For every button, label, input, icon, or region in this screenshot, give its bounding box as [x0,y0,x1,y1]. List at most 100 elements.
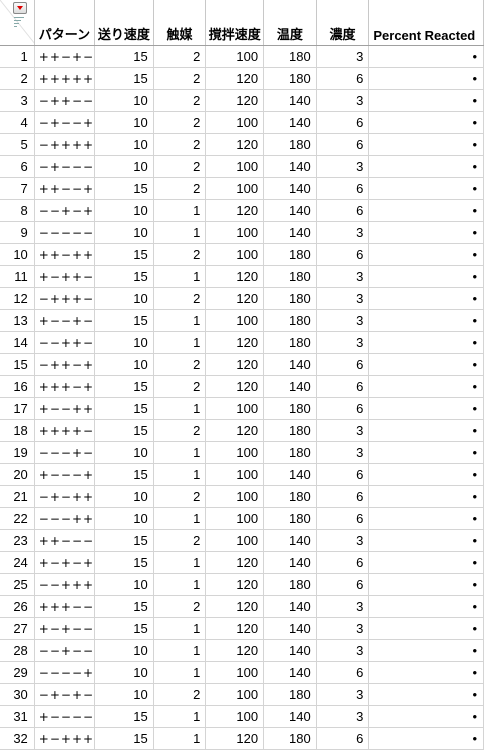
table-row[interactable]: 18 ++++− 15 2 120 180 3 • [0,419,484,442]
cell-pattern[interactable]: −−−−− [34,221,96,244]
table-row[interactable]: 7 ++−−+ 15 2 100 140 6 • [0,177,484,200]
cell-concentration[interactable]: 6 [316,727,370,750]
cell-pattern[interactable]: ++−−+ [34,177,96,200]
cell-temperature[interactable]: 140 [263,177,317,200]
cell-stir-rate[interactable]: 120 [205,595,265,618]
cell-concentration[interactable]: 6 [316,199,370,222]
cell-percent-reacted[interactable]: • [368,287,484,310]
cell-catalyst[interactable]: 2 [153,111,207,134]
cell-feed-rate[interactable]: 15 [94,67,154,90]
cell-concentration[interactable]: 3 [316,441,370,464]
cell-percent-reacted[interactable]: • [368,507,484,530]
row-number[interactable]: 14 [0,331,35,354]
table-row[interactable]: 17 +−−++ 15 1 100 180 6 • [0,397,484,420]
cell-temperature[interactable]: 140 [263,463,317,486]
cell-stir-rate[interactable]: 120 [205,89,265,112]
cell-feed-rate[interactable]: 15 [94,595,154,618]
cell-catalyst[interactable]: 2 [153,485,207,508]
row-number[interactable]: 28 [0,639,35,662]
cell-catalyst[interactable]: 1 [153,507,207,530]
cell-percent-reacted[interactable]: • [368,353,484,376]
cell-concentration[interactable]: 6 [316,463,370,486]
row-number[interactable]: 30 [0,683,35,706]
row-number[interactable]: 6 [0,155,35,178]
cell-concentration[interactable]: 3 [316,529,370,552]
row-number[interactable]: 13 [0,309,35,332]
cell-concentration[interactable]: 6 [316,485,370,508]
row-number[interactable]: 23 [0,529,35,552]
cell-pattern[interactable]: −+++− [34,287,96,310]
cell-temperature[interactable]: 140 [263,111,317,134]
table-row[interactable]: 1 ++−+− 15 2 100 180 3 • [0,45,484,68]
table-row[interactable]: 32 +−+++ 15 1 120 180 6 • [0,727,484,750]
cell-percent-reacted[interactable]: • [368,155,484,178]
cell-feed-rate[interactable]: 10 [94,199,154,222]
cell-temperature[interactable]: 180 [263,133,317,156]
column-header-catalyst[interactable]: 触媒 [153,0,207,46]
cell-stir-rate[interactable]: 120 [205,617,265,640]
column-header-stir-rate[interactable]: 撹拌速度 [205,0,265,46]
cell-pattern[interactable]: −−−−+ [34,661,96,684]
cell-temperature[interactable]: 180 [263,265,317,288]
cell-pattern[interactable]: −++−+ [34,353,96,376]
cell-concentration[interactable]: 3 [316,309,370,332]
column-header-feed-rate[interactable]: 送り速度 [94,0,154,46]
table-row[interactable]: 28 −−+−− 10 1 120 140 3 • [0,639,484,662]
cell-catalyst[interactable]: 2 [153,243,207,266]
cell-percent-reacted[interactable]: • [368,243,484,266]
cell-concentration[interactable]: 3 [316,89,370,112]
cell-pattern[interactable]: −++−− [34,89,96,112]
table-row[interactable]: 22 −−−++ 10 1 100 180 6 • [0,507,484,530]
cell-stir-rate[interactable]: 100 [205,529,265,552]
cell-stir-rate[interactable]: 100 [205,397,265,420]
row-number[interactable]: 5 [0,133,35,156]
row-number[interactable]: 18 [0,419,35,442]
cell-catalyst[interactable]: 2 [153,133,207,156]
cell-concentration[interactable]: 3 [316,705,370,728]
cell-percent-reacted[interactable]: • [368,529,484,552]
cell-catalyst[interactable]: 1 [153,727,207,750]
cell-pattern[interactable]: +−++− [34,265,96,288]
cell-stir-rate[interactable]: 120 [205,133,265,156]
cell-concentration[interactable]: 6 [316,397,370,420]
cell-temperature[interactable]: 140 [263,221,317,244]
column-header-pattern[interactable]: パターン [34,0,96,46]
cell-feed-rate[interactable]: 15 [94,419,154,442]
cell-concentration[interactable]: 6 [316,573,370,596]
cell-stir-rate[interactable]: 100 [205,507,265,530]
cell-pattern[interactable]: +−−+− [34,309,96,332]
cell-temperature[interactable]: 140 [263,661,317,684]
cell-stir-rate[interactable]: 120 [205,331,265,354]
cell-pattern[interactable]: −+−++ [34,485,96,508]
cell-percent-reacted[interactable]: • [368,441,484,464]
row-number[interactable]: 24 [0,551,35,574]
cell-feed-rate[interactable]: 10 [94,573,154,596]
cell-pattern[interactable]: ++++− [34,419,96,442]
cell-percent-reacted[interactable]: • [368,573,484,596]
cell-pattern[interactable]: +−+−− [34,617,96,640]
cell-concentration[interactable]: 3 [316,639,370,662]
cell-stir-rate[interactable]: 120 [205,727,265,750]
cell-feed-rate[interactable]: 10 [94,221,154,244]
row-number[interactable]: 19 [0,441,35,464]
cell-percent-reacted[interactable]: • [368,551,484,574]
cell-temperature[interactable]: 180 [263,287,317,310]
cell-stir-rate[interactable]: 100 [205,683,265,706]
cell-temperature[interactable]: 140 [263,595,317,618]
row-filter-icon[interactable] [14,17,24,29]
row-number[interactable]: 1 [0,45,35,68]
cell-feed-rate[interactable]: 15 [94,705,154,728]
cell-feed-rate[interactable]: 10 [94,331,154,354]
cell-catalyst[interactable]: 1 [153,441,207,464]
cell-temperature[interactable]: 140 [263,375,317,398]
cell-feed-rate[interactable]: 10 [94,485,154,508]
cell-stir-rate[interactable]: 100 [205,155,265,178]
table-row[interactable]: 10 ++−++ 15 2 100 180 6 • [0,243,484,266]
cell-temperature[interactable]: 140 [263,617,317,640]
cell-stir-rate[interactable]: 120 [205,67,265,90]
cell-concentration[interactable]: 3 [316,419,370,442]
row-number[interactable]: 3 [0,89,35,112]
cell-temperature[interactable]: 180 [263,573,317,596]
cell-feed-rate[interactable]: 15 [94,45,154,68]
table-row[interactable]: 13 +−−+− 15 1 100 180 3 • [0,309,484,332]
